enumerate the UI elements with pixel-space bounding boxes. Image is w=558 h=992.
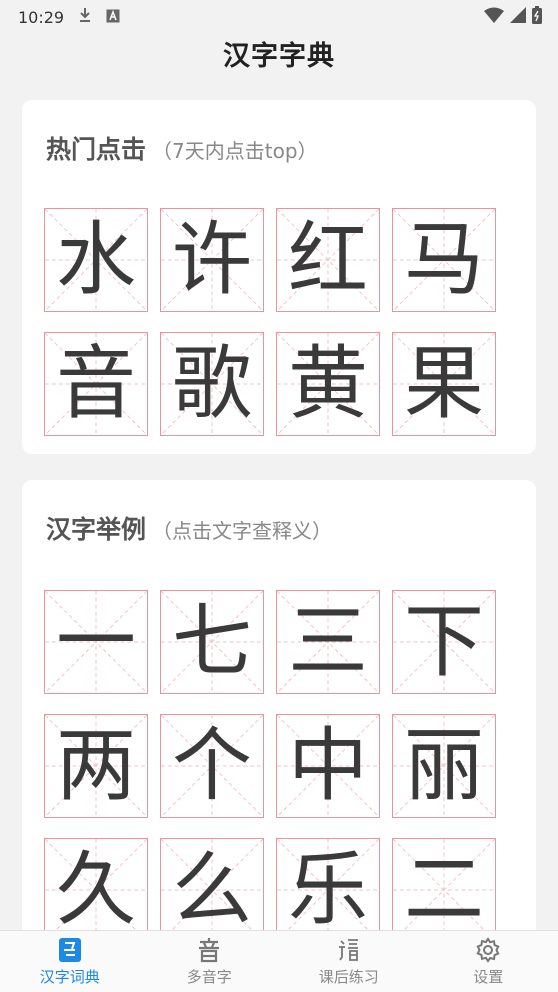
char-text: 久 (56, 843, 136, 936)
tab-exercise[interactable]: 课后练习 (279, 931, 419, 992)
char-text: 一 (56, 595, 136, 688)
char-text: 丽 (404, 719, 484, 812)
char-text: 水 (56, 213, 136, 306)
tab-dictionary-label: 汉字词典 (39, 967, 100, 986)
char-cell[interactable]: 黄 (276, 332, 380, 436)
char-text: 红 (288, 213, 368, 306)
char-cell[interactable]: 红 (276, 208, 380, 312)
tab-settings-label: 设置 (473, 967, 504, 986)
bottom-tab-bar: 汉字词典 多音字 课后练习 设置 (0, 930, 558, 992)
char-cell[interactable]: 水 (44, 208, 148, 312)
char-cell[interactable]: 么 (160, 838, 264, 942)
char-cell[interactable]: 中 (276, 714, 380, 818)
hot-clicks-subtitle: （7天内点击top） (152, 139, 318, 163)
char-cell[interactable]: 久 (44, 838, 148, 942)
char-text: 果 (404, 337, 484, 430)
char-cell[interactable]: 七 (160, 590, 264, 694)
gear-icon (475, 936, 501, 963)
char-cell[interactable]: 丽 (392, 714, 496, 818)
char-cell[interactable]: 三 (276, 590, 380, 694)
battery-icon (532, 6, 542, 28)
char-text: 歌 (172, 337, 252, 430)
char-cell[interactable]: 一 (44, 590, 148, 694)
char-cell[interactable]: 个 (160, 714, 264, 818)
hot-char-grid: 水许红马音歌黄果 (44, 208, 496, 436)
char-text: 个 (172, 719, 252, 812)
tab-exercise-label: 课后练习 (318, 967, 379, 986)
download-icon (78, 7, 92, 27)
page-title: 汉字字典 (223, 40, 335, 72)
hot-clicks-title: 热门点击 (46, 135, 147, 164)
polyphone-icon (196, 937, 222, 963)
wifi-icon (484, 7, 504, 27)
app-notification-icon (106, 8, 120, 27)
char-cell[interactable]: 下 (392, 590, 496, 694)
char-text: 七 (172, 595, 252, 688)
status-time: 10:29 (18, 7, 65, 27)
char-cell[interactable]: 乐 (276, 838, 380, 942)
char-cell[interactable]: 二 (392, 838, 496, 942)
hot-clicks-header: 热门点击 （7天内点击top） (46, 130, 318, 166)
char-text: 乐 (288, 843, 368, 936)
examples-card: 汉字举例 （点击文字查释义） 一七三下两个中丽久么乐二 (22, 480, 536, 950)
char-cell[interactable]: 许 (160, 208, 264, 312)
hot-clicks-card: 热门点击 （7天内点击top） 水许红马音歌黄果 (22, 100, 536, 454)
char-text: 下 (404, 595, 484, 688)
app-bar: 汉字字典 (0, 34, 558, 72)
char-cell[interactable]: 两 (44, 714, 148, 818)
example-char-grid: 一七三下两个中丽久么乐二 (44, 590, 496, 942)
tab-polyphone-label: 多音字 (186, 967, 232, 986)
examples-title: 汉字举例 (46, 515, 147, 544)
char-text: 两 (56, 719, 136, 812)
tab-dictionary[interactable]: 汉字词典 (0, 931, 140, 992)
status-bar: 10:29 (0, 0, 558, 34)
tab-polyphone[interactable]: 多音字 (140, 931, 280, 992)
char-text: 三 (288, 595, 368, 688)
exercise-icon (336, 937, 362, 963)
char-text: 音 (56, 337, 136, 430)
char-cell[interactable]: 音 (44, 332, 148, 436)
char-text: 黄 (288, 337, 368, 430)
char-cell[interactable]: 果 (392, 332, 496, 436)
examples-subtitle: （点击文字查释义） (152, 519, 333, 543)
examples-header: 汉字举例 （点击文字查释义） (46, 510, 332, 546)
char-text: 二 (404, 843, 484, 936)
char-cell[interactable]: 马 (392, 208, 496, 312)
char-text: 许 (172, 213, 252, 306)
signal-icon (510, 7, 526, 27)
dictionary-icon (57, 937, 83, 963)
tab-settings[interactable]: 设置 (419, 931, 558, 992)
char-text: 中 (288, 719, 368, 812)
char-text: 么 (172, 843, 252, 936)
char-text: 马 (404, 213, 484, 306)
char-cell[interactable]: 歌 (160, 332, 264, 436)
